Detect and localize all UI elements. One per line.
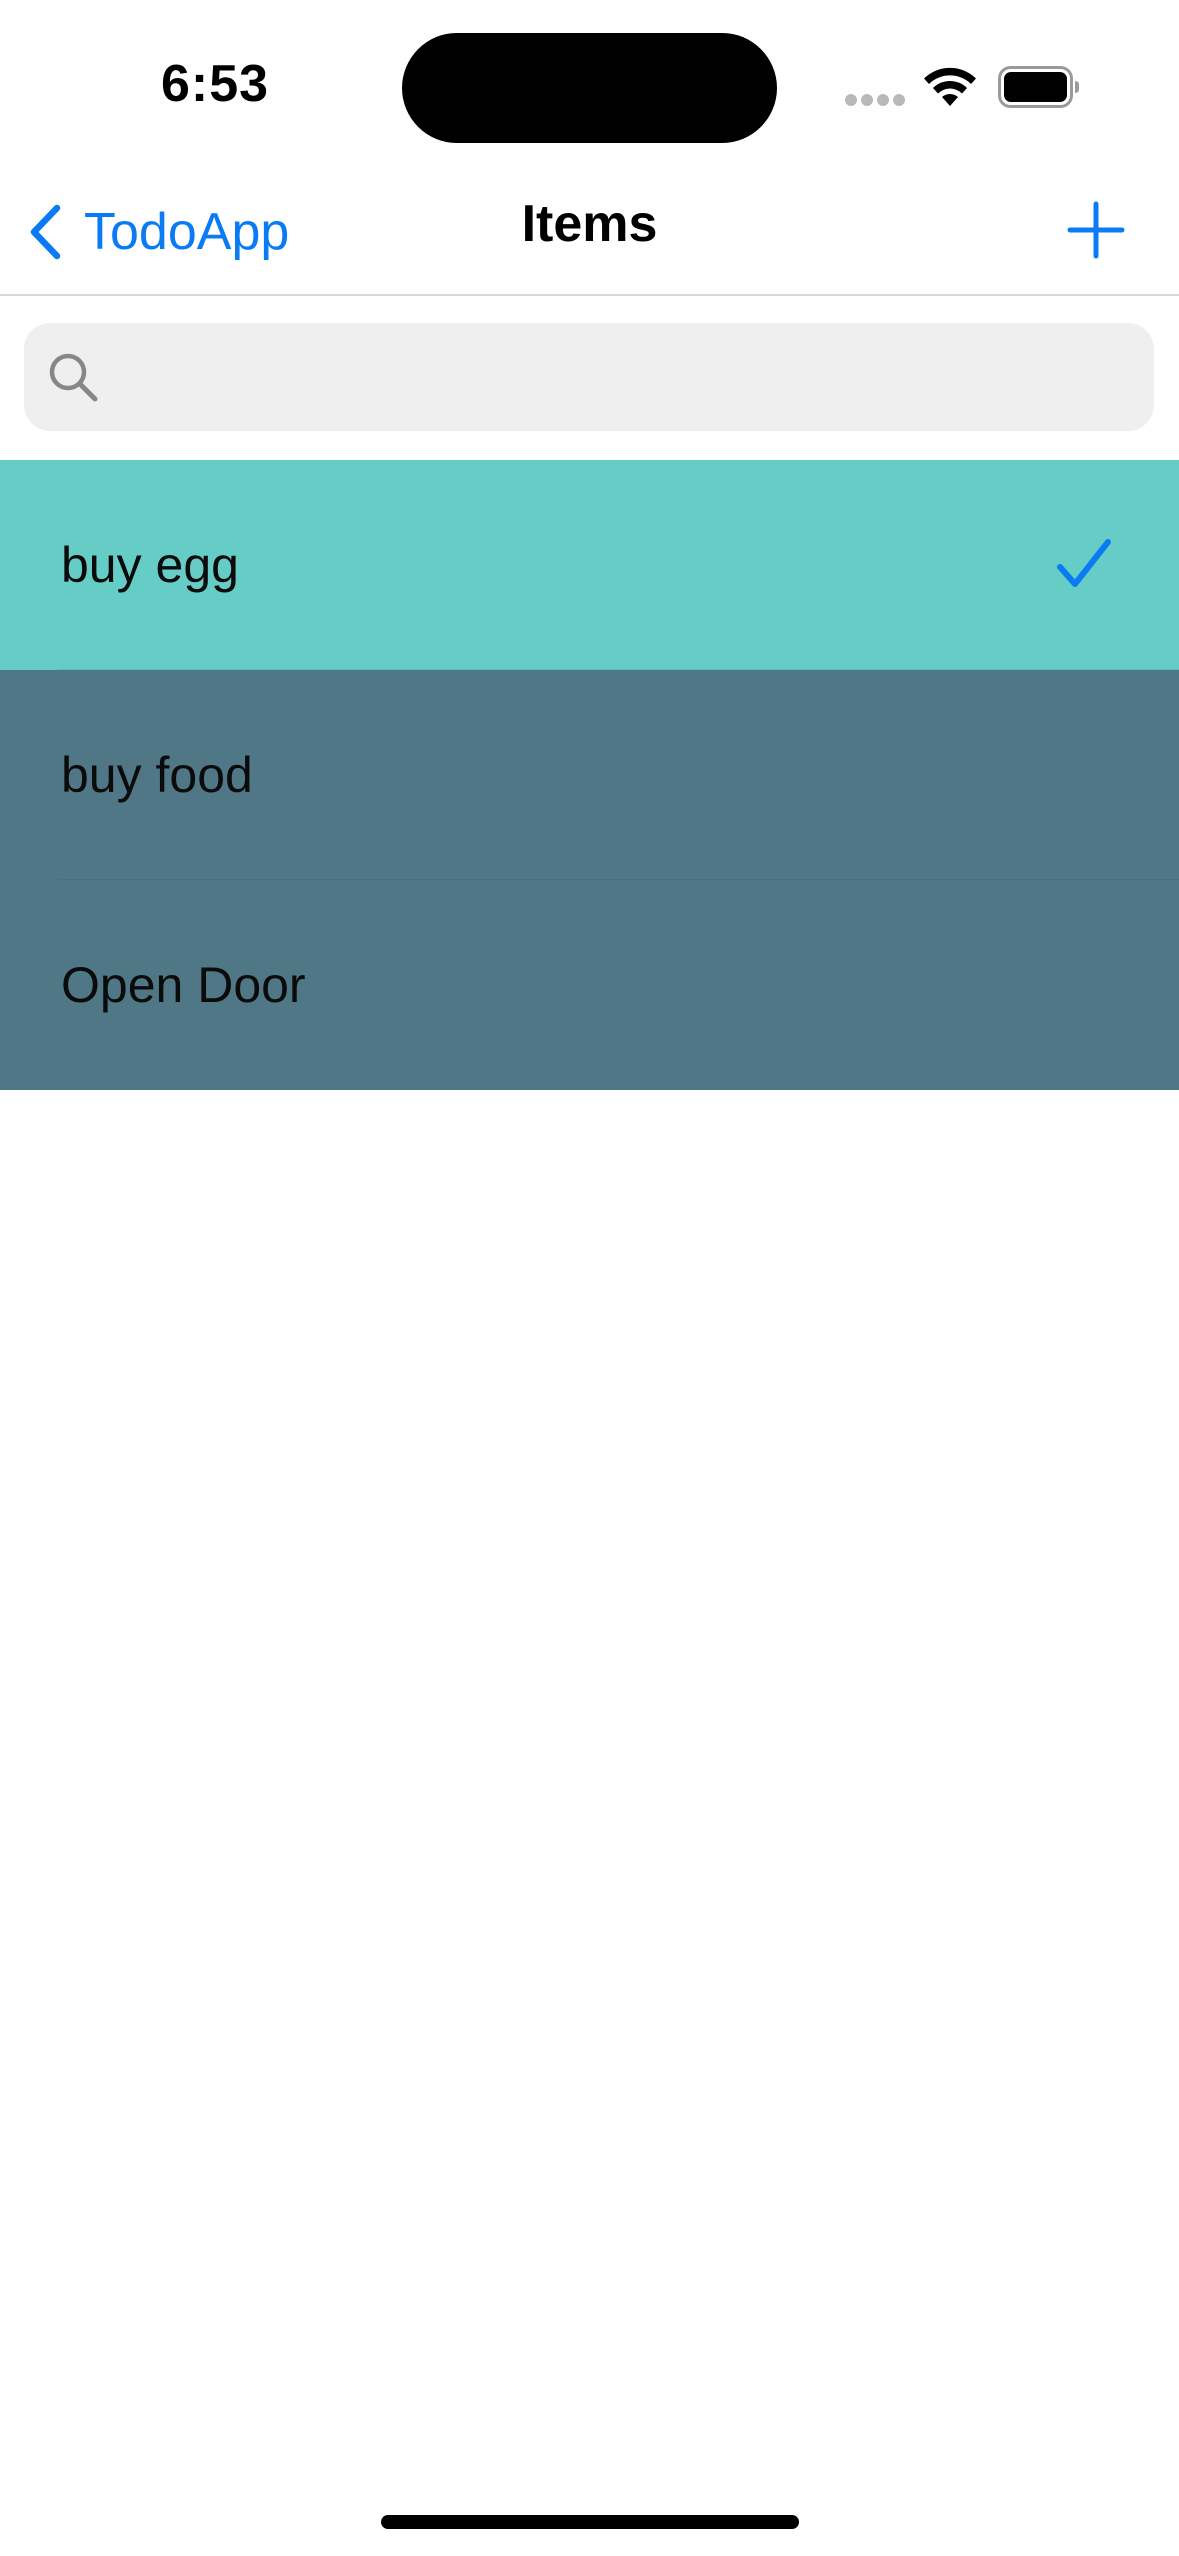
item-title: buy food bbox=[61, 747, 253, 803]
home-indicator bbox=[381, 2515, 799, 2529]
dynamic-island bbox=[402, 33, 777, 143]
status-bar: 6:53 bbox=[0, 0, 1179, 170]
search-input[interactable] bbox=[114, 336, 1154, 418]
search-bar[interactable] bbox=[24, 323, 1154, 431]
back-button[interactable]: TodoApp bbox=[26, 192, 289, 272]
battery-icon bbox=[998, 66, 1079, 108]
item-title: buy egg bbox=[61, 537, 239, 593]
plus-icon bbox=[1067, 201, 1125, 259]
chevron-left-icon bbox=[30, 204, 61, 260]
add-item-button[interactable] bbox=[1066, 200, 1126, 260]
cellular-signal-icon bbox=[845, 94, 905, 106]
back-button-label: TodoApp bbox=[84, 203, 290, 261]
status-time: 6:53 bbox=[160, 55, 270, 113]
item-title: Open Door bbox=[61, 957, 306, 1013]
screen: 6:53 TodoApp Items buy egg buy food Open… bbox=[0, 0, 1179, 2556]
magnifying-glass-icon bbox=[49, 353, 98, 402]
list-item[interactable]: buy food bbox=[0, 670, 1179, 880]
navigation-bar: TodoApp Items bbox=[0, 170, 1179, 296]
checkmark-icon bbox=[1057, 539, 1111, 587]
list-item[interactable]: Open Door bbox=[0, 880, 1179, 1090]
wifi-icon bbox=[924, 67, 976, 106]
list-item[interactable]: buy egg bbox=[0, 460, 1179, 670]
items-list: buy egg buy food Open Door bbox=[0, 460, 1179, 1090]
